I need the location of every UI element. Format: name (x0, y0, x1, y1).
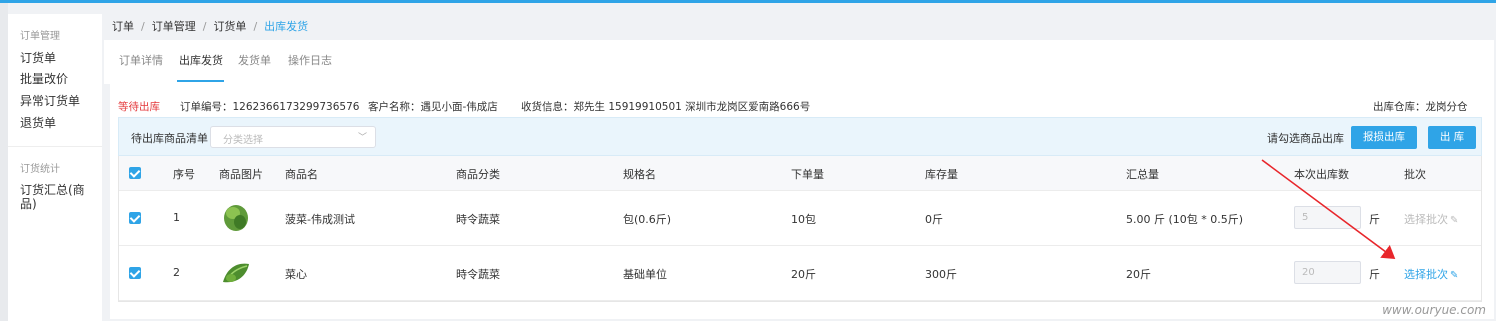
out-quantity-input[interactable]: 5 (1294, 206, 1361, 229)
product-image (223, 263, 249, 283)
stock-quantity: 300斤 (925, 268, 957, 281)
order-quantity: 20斤 (791, 268, 816, 281)
select-batch-label: 选择批次 (1404, 213, 1448, 226)
row-index: 2 (173, 266, 180, 279)
row-index: 1 (173, 211, 180, 224)
table-row: 1 菠菜-伟成测试 時令蔬菜 包(0.6斤) 10包 0斤 5.00 斤 (10… (119, 191, 1481, 246)
sidebar-item-batch-price[interactable]: 批量改价 (20, 72, 68, 86)
main-content: 订单 / 订单管理 / 订货单 / 出库发货 订单详情 出库发货 发货单 操作日志 等待出库… (104, 8, 1496, 321)
category-select[interactable]: 分类选择 ﹀ (210, 126, 376, 148)
pencil-icon: ✎ (1450, 270, 1459, 281)
product-image (224, 205, 248, 231)
product-name: 菜心 (285, 268, 307, 281)
sidebar: 订单管理 订货单 批量改价 异常订货单 退货单 订货统计 订货汇总(商品) (8, 14, 102, 321)
sidebar-item-order-form[interactable]: 订货单 (20, 51, 56, 65)
breadcrumb: 订单 / 订单管理 / 订货单 / 出库发货 (112, 20, 309, 33)
col-spec: 规格名 (623, 168, 656, 181)
warehouse-info: 出库仓库：龙岗分仓 (1373, 101, 1468, 113)
sidebar-divider (8, 146, 102, 147)
active-tab-indicator (177, 80, 224, 82)
pending-list-bar: 待出库商品清单 分类选择 ﹀ 请勾选商品出库 报损出库 出 库 (118, 117, 1482, 156)
breadcrumb-item-order-management[interactable]: 订单管理 (152, 20, 196, 33)
pencil-icon: ✎ (1450, 215, 1459, 226)
watermark: www.ouryue.com (1382, 303, 1486, 317)
product-spec: 包(0.6斤) (623, 213, 672, 226)
order-quantity: 10包 (791, 213, 816, 226)
col-category: 商品分类 (456, 168, 500, 181)
out-quantity-unit: 斤 (1369, 213, 1380, 226)
col-order-qty: 下单量 (791, 168, 824, 181)
out-quantity-unit: 斤 (1369, 268, 1380, 281)
goods-table: 序号 商品图片 商品名 商品分类 规格名 下单量 库存量 汇总量 本次出库数 批… (118, 156, 1482, 302)
tab-delivery-note[interactable]: 发货单 (238, 52, 271, 68)
col-index: 序号 (173, 168, 195, 181)
table-header: 序号 商品图片 商品名 商品分类 规格名 下单量 库存量 汇总量 本次出库数 批… (119, 156, 1481, 191)
sidebar-section-order-stats: 订货统计 (20, 164, 60, 175)
stock-quantity: 0斤 (925, 213, 943, 226)
col-name: 商品名 (285, 168, 318, 181)
breadcrumb-item-current: 出库发货 (264, 20, 309, 33)
product-name: 菠菜-伟成测试 (285, 213, 355, 226)
outbound-button[interactable]: 出 库 (1428, 126, 1476, 149)
select-batch-link[interactable]: 选择批次 ✎ (1404, 266, 1458, 282)
report-loss-out-button[interactable]: 报损出库 (1351, 126, 1417, 149)
col-out-qty: 本次出库数 (1294, 168, 1349, 181)
sidebar-item-order-summary[interactable]: 订货汇总(商品) (20, 183, 100, 211)
breadcrumb-item-order-form[interactable]: 订货单 (213, 20, 246, 33)
customer-name: 客户名称：遇见小面-伟成店 (368, 101, 498, 113)
col-batch: 批次 (1404, 168, 1426, 181)
total-quantity: 5.00 斤 (10包 * 0.5斤) (1126, 213, 1244, 226)
sidebar-item-returns[interactable]: 退货单 (20, 116, 56, 130)
tabs-bar: 订单详情 出库发货 发货单 操作日志 (104, 40, 1494, 84)
order-number: 订单编号：1262366173299736576 (180, 101, 360, 113)
pending-list-title: 待出库商品清单 (131, 132, 208, 145)
outbound-panel: 等待出库 订单编号：1262366173299736576 客户名称：遇见小面-… (110, 84, 1494, 319)
tab-order-details[interactable]: 订单详情 (119, 52, 163, 68)
out-quantity-input[interactable]: 20 (1294, 261, 1361, 284)
col-stock: 库存量 (925, 168, 958, 181)
category-select-placeholder: 分类选择 (223, 135, 263, 146)
sidebar-section-order-management: 订单管理 (20, 31, 60, 42)
select-batch-label: 选择批次 (1404, 268, 1448, 281)
top-accent-bar (0, 0, 1496, 3)
order-status: 等待出库 (118, 101, 160, 113)
row-checkbox[interactable] (129, 267, 141, 279)
left-edge (0, 3, 8, 321)
sidebar-item-abnormal-orders[interactable]: 异常订货单 (20, 94, 80, 108)
breadcrumb-item-orders[interactable]: 订单 (112, 20, 134, 33)
tab-outbound-shipping[interactable]: 出库发货 (179, 52, 223, 68)
tab-operation-log[interactable]: 操作日志 (288, 52, 332, 68)
product-category: 時令蔬菜 (456, 268, 500, 281)
select-batch-link: 选择批次 ✎ (1404, 211, 1458, 227)
select-hint: 请勾选商品出库 (1267, 132, 1344, 145)
row-checkbox[interactable] (129, 212, 141, 224)
total-quantity: 20斤 (1126, 268, 1151, 281)
table-row: 2 菜心 時令蔬菜 基础单位 20斤 300斤 20斤 20 斤 选择批次 ✎ (119, 246, 1481, 301)
col-image: 商品图片 (219, 168, 263, 181)
receiver-info: 收货信息：郑先生 15919910501 深圳市龙岗区爱南路666号 (521, 101, 811, 113)
chevron-down-icon: ﹀ (357, 133, 367, 143)
product-category: 時令蔬菜 (456, 213, 500, 226)
col-total: 汇总量 (1126, 168, 1159, 181)
product-spec: 基础单位 (623, 268, 667, 281)
select-all-checkbox[interactable] (129, 167, 141, 179)
